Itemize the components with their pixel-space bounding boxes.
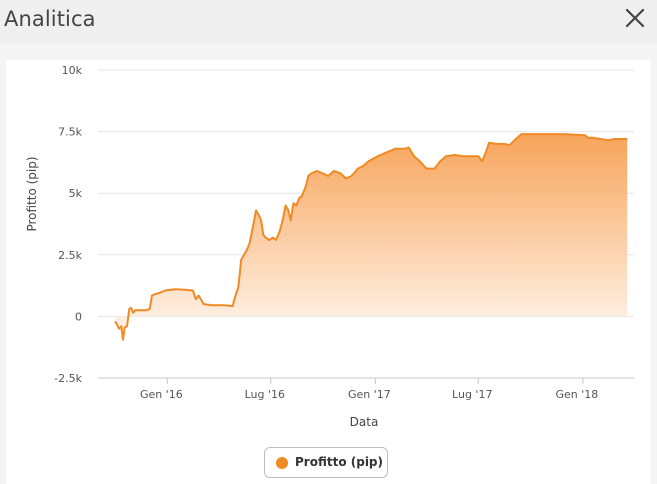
profit-chart: -2.5k 0 2.5k 5k 7.5k 10k Gen '16 Lug '16 Gen '17… bbox=[6, 60, 651, 484]
y-tick-label: 7.5k bbox=[58, 126, 82, 139]
legend-marker bbox=[276, 457, 288, 469]
x-axis-title: Data bbox=[350, 415, 379, 429]
x-tick-label: Gen '17 bbox=[348, 388, 391, 401]
legend-label: Profitto (pip) bbox=[295, 455, 384, 469]
y-tick-label: 10k bbox=[62, 64, 83, 77]
legend-item-profitto[interactable]: Profitto (pip) bbox=[264, 447, 388, 478]
x-tick-label: Gen '18 bbox=[555, 388, 598, 401]
y-tick-label: 0 bbox=[75, 310, 82, 323]
x-tick-label: Gen '16 bbox=[140, 388, 183, 401]
x-tick-label: Lug '16 bbox=[245, 388, 285, 401]
y-tick-label: -2.5k bbox=[54, 372, 82, 385]
y-tick-label: 5k bbox=[69, 187, 83, 200]
y-axis-title: Profitto (pip) bbox=[25, 156, 39, 231]
x-tick-label: Lug '17 bbox=[452, 388, 492, 401]
y-tick-label: 2.5k bbox=[58, 249, 82, 262]
